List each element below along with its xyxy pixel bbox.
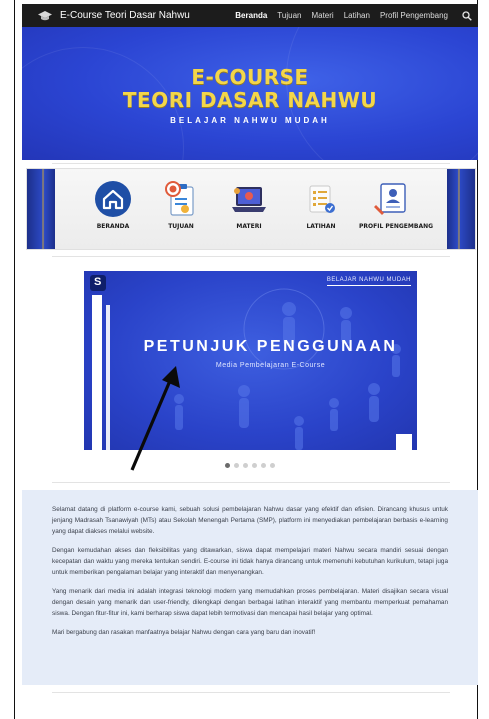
menu-item-profil-pengembang[interactable]: PROFIL PENGEMBANG (359, 179, 434, 230)
divider (52, 692, 450, 693)
menu-item-latihan[interactable]: LATIHAN (291, 179, 351, 230)
hero-banner: E-COURSE TEORI DASAR NAHWU BELAJAR NAHWU… (22, 27, 478, 160)
slider-dot[interactable] (261, 463, 266, 468)
menu-strip: BERANDA TUJUAN MATERI LATIHAN PROFIL PEN… (26, 168, 476, 250)
profile-card-icon (374, 183, 406, 215)
strip-decoration-left (27, 169, 55, 249)
hero-subtitle: BELAJAR NAHWU MUDAH (170, 116, 330, 125)
slide-tag: BELAJAR NAHWU MUDAH (326, 277, 411, 286)
slide-decoration-bar (106, 305, 110, 450)
hero-title-line2: TEORI DASAR NAHWU (122, 88, 378, 112)
intro-paragraph: Yang menarik dari media ini adalah integ… (52, 588, 448, 617)
navbar: E-Course Teori Dasar Nahwu Beranda Tujua… (22, 4, 478, 27)
nav-link-latihan[interactable]: Latihan (344, 11, 370, 20)
intro-paragraph: Selamat datang di platform e-course kami… (52, 506, 448, 535)
slider-dot[interactable] (243, 463, 248, 468)
divider (52, 482, 450, 483)
home-icon (95, 181, 131, 217)
slider-dots (225, 463, 275, 468)
intro-paragraph: Dengan kemudahan akses dan fleksibilitas… (52, 547, 448, 576)
slide-title: PETUNJUK PENGGUNAAN (143, 338, 398, 355)
graduation-cap-icon (38, 10, 52, 20)
search-icon[interactable] (462, 10, 472, 21)
slider-dot[interactable] (225, 463, 230, 468)
nav-link-materi[interactable]: Materi (311, 11, 333, 20)
menu-label-tujuan: TUJUAN (168, 223, 194, 230)
slide-logo-badge: S (90, 275, 106, 291)
menu-label-latihan: LATIHAN (306, 223, 336, 230)
slide-decoration-box (396, 434, 412, 450)
annotation-arrow-icon (130, 366, 180, 471)
intro-paragraph: Mari bergabung dan rasakan manfaatnya be… (52, 629, 316, 636)
checklist-icon (309, 185, 335, 213)
slider-dot[interactable] (270, 463, 275, 468)
menu-label-materi: MATERI (236, 223, 262, 230)
target-clipboard-icon (165, 181, 194, 216)
menu-item-materi[interactable]: MATERI (219, 179, 279, 230)
nav-link-profil-pengembang[interactable]: Profil Pengembang (380, 11, 448, 20)
menu-item-beranda[interactable]: BERANDA (83, 179, 143, 230)
menu-label-beranda: BERANDA (96, 223, 130, 230)
slider-dot[interactable] (252, 463, 257, 468)
divider (52, 256, 450, 257)
nav-link-tujuan[interactable]: Tujuan (277, 11, 301, 20)
laptop-icon (232, 187, 266, 212)
strip-decoration-right (447, 169, 475, 249)
nav-links: Beranda Tujuan Materi Latihan Profil Pen… (235, 10, 472, 21)
slider-dot[interactable] (234, 463, 239, 468)
nav-link-beranda[interactable]: Beranda (235, 11, 267, 20)
brand-title[interactable]: E-Course Teori Dasar Nahwu (60, 10, 190, 21)
slide-decoration-bar (92, 295, 102, 450)
intro-section: Selamat datang di platform e-course kami… (22, 490, 478, 685)
menu-item-tujuan[interactable]: TUJUAN (151, 179, 211, 230)
hero-title-line1: E-COURSE (191, 65, 309, 89)
menu-label-profil-pengembang: PROFIL PENGEMBANG (359, 223, 434, 230)
divider (52, 163, 450, 164)
